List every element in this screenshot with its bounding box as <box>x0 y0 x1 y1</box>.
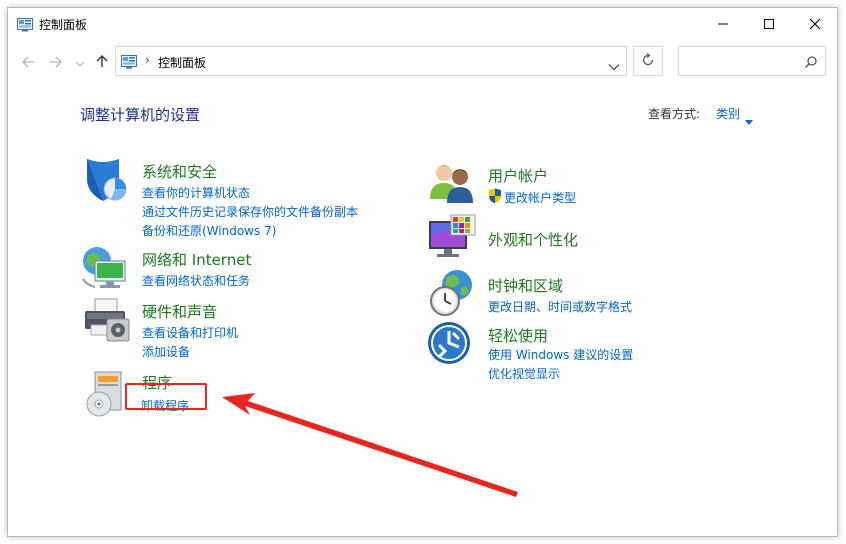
annotation-arrow <box>222 393 518 497</box>
control-panel-window: 控制面板 › 控制面板 调整计算机的设置 查看方式: 类别 系统和安全 查看你的… <box>7 7 838 537</box>
